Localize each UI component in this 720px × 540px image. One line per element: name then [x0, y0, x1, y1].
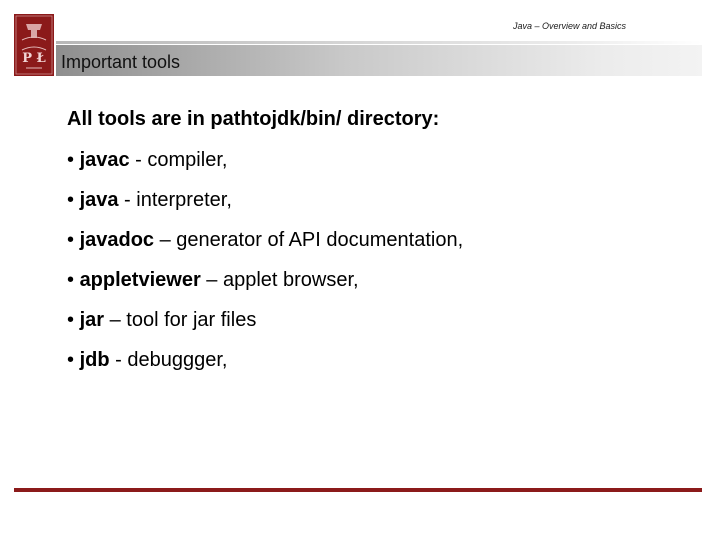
slide-title: Important tools — [61, 52, 181, 72]
slide-content: All tools are in pathtojdk/bin/ director… — [67, 108, 697, 389]
tool-description: - interpreter, — [118, 189, 232, 211]
list-item: • javac - compiler, — [67, 149, 697, 172]
list-item: • jdb - debuggger, — [67, 349, 697, 372]
bullet: • — [67, 229, 80, 251]
bullet: • — [67, 309, 80, 331]
bullet: • — [67, 349, 80, 371]
list-item: • jar – tool for jar files — [67, 309, 697, 332]
tool-description: - compiler, — [129, 149, 228, 171]
bullet: • — [67, 149, 80, 171]
bullet: • — [67, 269, 80, 291]
tool-description: – tool for jar files — [104, 309, 257, 331]
tool-name: jar — [79, 309, 105, 331]
lead-text: All tools are in pathtojdk/bin/ director… — [67, 108, 440, 130]
list-item: • appletviewer – applet browser, — [67, 269, 697, 292]
tool-description: – generator of API documentation, — [154, 229, 464, 251]
bullet: • — [67, 189, 80, 211]
tool-name: java — [79, 189, 119, 211]
tool-name: javadoc — [79, 229, 155, 251]
tool-name: javac — [79, 149, 130, 171]
list-item: • java - interpreter, — [67, 189, 697, 212]
tool-description: – applet browser, — [200, 269, 359, 291]
tool-name: appletviewer — [79, 269, 201, 291]
logo-emblem-icon: P Ł — [14, 14, 54, 76]
tool-name: jdb — [79, 349, 110, 371]
tool-description: - debuggger, — [109, 349, 228, 371]
university-logo: P Ł — [14, 14, 54, 76]
header-rule — [56, 41, 702, 44]
list-item: • javadoc – generator of API documentati… — [67, 229, 697, 252]
presentation-subtitle: Java – Overview and Basics — [512, 21, 626, 31]
logo-letters: P Ł — [22, 51, 46, 66]
footer-rule — [14, 488, 702, 492]
